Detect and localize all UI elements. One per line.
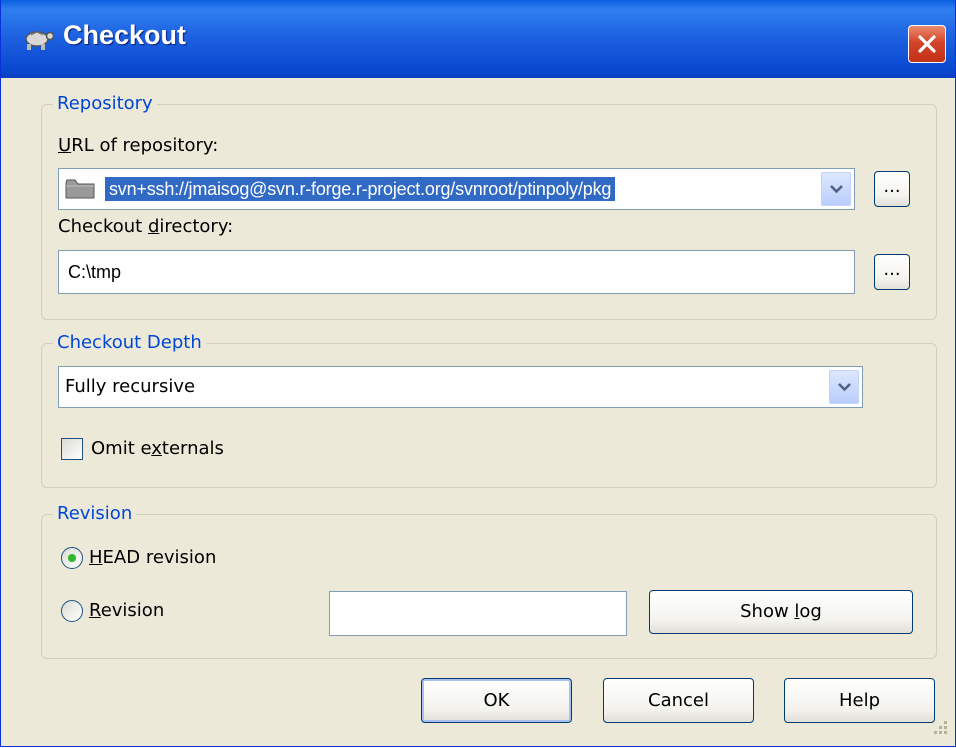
- resize-grip-icon[interactable]: [929, 718, 949, 738]
- revision-group-label: Revision: [53, 503, 137, 525]
- cancel-button[interactable]: Cancel: [603, 678, 754, 723]
- url-dropdown-button[interactable]: [821, 172, 851, 206]
- checkout-depth-group: [41, 343, 937, 488]
- browse-directory-button[interactable]: ...: [874, 254, 910, 290]
- close-button[interactable]: [908, 25, 946, 63]
- dialog-body: Repository URL of repository: svn+ssh://…: [1, 78, 955, 746]
- radio-selected-dot: [68, 554, 76, 562]
- revision-radio[interactable]: [61, 600, 83, 622]
- revision-number-input[interactable]: [329, 591, 627, 636]
- close-icon: [918, 35, 936, 53]
- checkout-directory-label: Checkout directory:: [58, 216, 234, 237]
- checkout-directory-input[interactable]: C:\tmp: [58, 250, 855, 294]
- help-button[interactable]: Help: [784, 678, 935, 723]
- folder-icon: [65, 179, 95, 199]
- head-revision-radio[interactable]: [61, 547, 83, 569]
- depth-select[interactable]: Fully recursive: [58, 366, 863, 408]
- revision-label[interactable]: Revision: [89, 600, 164, 622]
- tortoise-icon: [25, 31, 55, 50]
- chevron-down-icon: [830, 185, 843, 194]
- checkout-dialog: Checkout Repository URL of repository: s…: [0, 0, 956, 747]
- chevron-down-icon: [838, 383, 851, 392]
- show-log-button[interactable]: Show log: [649, 590, 913, 634]
- checkout-depth-group-label: Checkout Depth: [53, 332, 206, 354]
- repository-group-label: Repository: [53, 93, 157, 115]
- omit-externals-label[interactable]: Omit externals: [91, 438, 224, 460]
- omit-externals-checkbox[interactable]: [61, 438, 83, 460]
- head-revision-label[interactable]: HEAD revision: [89, 547, 216, 569]
- revision-group: [41, 514, 937, 659]
- url-combobox[interactable]: svn+ssh://jmaisog@svn.r-forge.r-project.…: [58, 168, 855, 210]
- depth-selected-value: Fully recursive: [65, 376, 196, 397]
- window-title: Checkout: [63, 20, 187, 50]
- url-label: URL of repository:: [58, 135, 219, 156]
- checkout-directory-value: C:\tmp: [68, 262, 122, 282]
- browse-url-button[interactable]: ...: [874, 171, 910, 207]
- ok-button[interactable]: OK: [421, 678, 572, 723]
- title-bar[interactable]: Checkout: [1, 0, 955, 78]
- depth-dropdown-button[interactable]: [829, 370, 859, 404]
- url-value[interactable]: svn+ssh://jmaisog@svn.r-forge.r-project.…: [105, 177, 616, 201]
